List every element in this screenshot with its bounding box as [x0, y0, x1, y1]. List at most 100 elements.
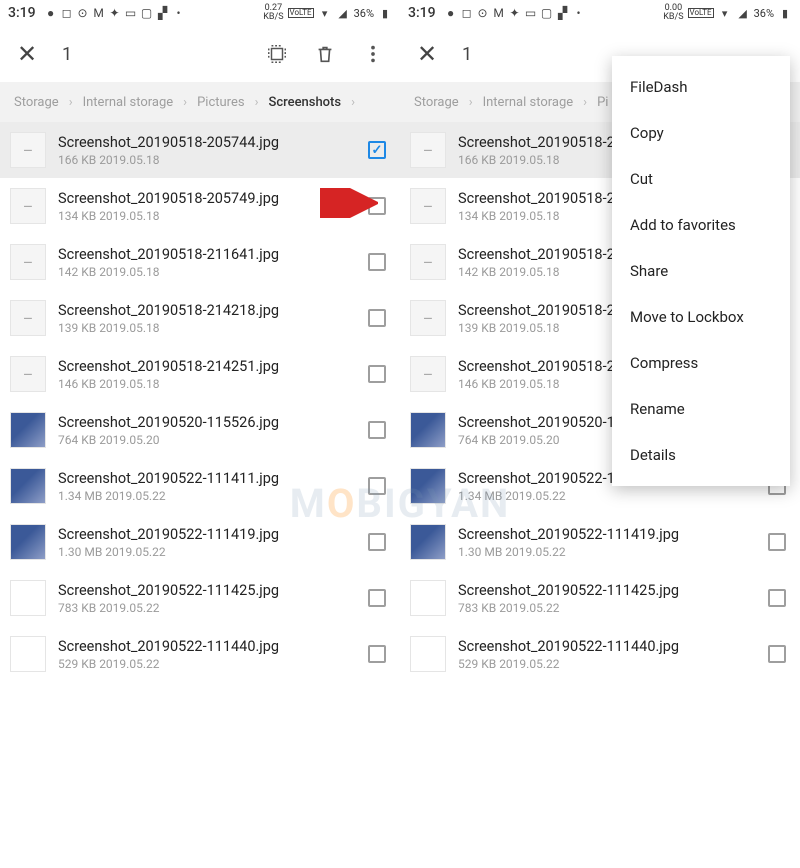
- crumb-pictures[interactable]: Pi: [597, 95, 608, 110]
- chevron-icon: ›: [69, 95, 73, 110]
- close-button[interactable]: ✕: [14, 41, 40, 67]
- menu-item-rename[interactable]: Rename: [612, 386, 790, 432]
- overflow-menu-button[interactable]: [360, 41, 386, 67]
- file-name: Screenshot_20190522-111419.jpg: [58, 526, 356, 543]
- file-name: Screenshot_20190518-205744.jpg: [58, 134, 356, 151]
- file-row[interactable]: Screenshot_20190522-111425.jpg783 KB 201…: [0, 570, 400, 626]
- status-time: 3:19: [8, 5, 36, 21]
- file-checkbox[interactable]: [368, 533, 386, 551]
- crumb-screenshots[interactable]: Screenshots: [268, 95, 341, 110]
- status-time: 3:19: [408, 5, 436, 21]
- file-checkbox[interactable]: [768, 533, 786, 551]
- menu-item-compress[interactable]: Compress: [612, 340, 790, 386]
- video-icon: ▭: [124, 6, 138, 20]
- file-checkbox[interactable]: [368, 365, 386, 383]
- crumb-storage[interactable]: Storage: [14, 95, 59, 110]
- file-checkbox[interactable]: [368, 309, 386, 327]
- file-row[interactable]: –Screenshot_20190518-214251.jpg146 KB 20…: [0, 346, 400, 402]
- crumb-pictures[interactable]: Pictures: [197, 95, 244, 110]
- file-meta: 166 KB 2019.05.18: [58, 153, 356, 167]
- image2-icon: ▞: [156, 6, 170, 20]
- signal-icon: ◢: [736, 6, 750, 20]
- file-checkbox[interactable]: [368, 477, 386, 495]
- file-thumbnail: [410, 524, 446, 560]
- file-checkbox[interactable]: [368, 141, 386, 159]
- chevron-icon: ›: [351, 95, 355, 110]
- file-checkbox[interactable]: [368, 645, 386, 663]
- file-checkbox[interactable]: [368, 253, 386, 271]
- menu-item-filedash[interactable]: FileDash: [612, 64, 790, 110]
- crumb-internal[interactable]: Internal storage: [483, 95, 574, 110]
- file-list-left[interactable]: – Screenshot_20190518-205744.jpg 166 KB 20…: [0, 122, 400, 868]
- delete-button[interactable]: [312, 41, 338, 67]
- file-meta: 783 KB 2019.05.22: [458, 601, 756, 615]
- network-speed: 0.00KB/S: [663, 4, 683, 22]
- selection-count: 1: [462, 44, 472, 65]
- spotify-icon: ●: [444, 6, 458, 20]
- file-row[interactable]: Screenshot_20190522-111411.jpg1.34 MB 20…: [0, 458, 400, 514]
- selection-count: 1: [62, 44, 72, 65]
- file-meta: 134 KB 2019.05.18: [58, 209, 356, 223]
- network-speed: 0.27KB/S: [263, 4, 283, 22]
- file-info: Screenshot_20190518-214251.jpg146 KB 201…: [58, 358, 356, 391]
- left-pane: 3:19 ● ◻ ⊙ M ✦ ▭ ▢ ▞ • 0.27KB/S VoLTE ▾ …: [0, 0, 400, 868]
- menu-item-details[interactable]: Details: [612, 432, 790, 478]
- file-checkbox[interactable]: [768, 589, 786, 607]
- wifi-icon: ▾: [318, 6, 332, 20]
- file-meta: 1.30 MB 2019.05.22: [458, 545, 756, 559]
- file-info: Screenshot_20190522-111419.jpg 1.30 MB 20…: [58, 526, 356, 559]
- file-meta: 139 KB 2019.05.18: [58, 321, 356, 335]
- menu-item-share[interactable]: Share: [612, 248, 790, 294]
- crumb-internal[interactable]: Internal storage: [83, 95, 174, 110]
- file-name: Screenshot_20190522-111440.jpg: [458, 638, 756, 655]
- file-meta: 529 KB 2019.05.22: [58, 657, 356, 671]
- spotify-icon: ●: [44, 6, 58, 20]
- file-info: Screenshot_20190522-111440.jpg529 KB 201…: [58, 638, 356, 671]
- menu-item-cut[interactable]: Cut: [612, 156, 790, 202]
- file-thumbnail: [10, 412, 46, 448]
- file-meta: 1.34 MB 2019.05.22: [458, 489, 756, 503]
- notif-icon: ✦: [108, 6, 122, 20]
- file-row[interactable]: –Screenshot_20190518-205744.jpg166 KB 20…: [0, 122, 400, 178]
- battery-percent: 36%: [754, 7, 774, 20]
- close-button[interactable]: ✕: [414, 41, 440, 67]
- menu-item-copy[interactable]: Copy: [612, 110, 790, 156]
- file-thumbnail: [410, 636, 446, 672]
- video-icon: ▭: [524, 6, 538, 20]
- more-icon: •: [172, 6, 186, 20]
- file-row[interactable]: Screenshot_20190522-111440.jpg529 KB 201…: [400, 626, 800, 682]
- file-row[interactable]: Screenshot_20190520-115526.jpg764 KB 201…: [0, 402, 400, 458]
- file-row[interactable]: Screenshot_20190522-111419.jpg 1.30 MB 20…: [0, 514, 400, 570]
- file-checkbox[interactable]: [368, 589, 386, 607]
- file-row[interactable]: –Screenshot_20190518-211641.jpg142 KB 20…: [0, 234, 400, 290]
- menu-item-add-to-favorites[interactable]: Add to favorites: [612, 202, 790, 248]
- file-checkbox[interactable]: [768, 645, 786, 663]
- file-thumbnail: –: [410, 356, 446, 392]
- chevron-icon: ›: [469, 95, 473, 110]
- file-checkbox[interactable]: [368, 421, 386, 439]
- file-meta: 142 KB 2019.05.18: [58, 265, 356, 279]
- file-info: Screenshot_20190518-205744.jpg 166 KB 201…: [58, 134, 356, 167]
- file-thumbnail: [10, 468, 46, 504]
- select-all-button[interactable]: [264, 41, 290, 67]
- volte-icon: VoLTE: [288, 8, 314, 18]
- menu-item-move-to-lockbox[interactable]: Move to Lockbox: [612, 294, 790, 340]
- file-info: Screenshot_20190522-111419.jpg1.30 MB 20…: [458, 526, 756, 559]
- file-row[interactable]: –Screenshot_20190518-214218.jpg139 KB 20…: [0, 290, 400, 346]
- file-name: Screenshot_20190518-214251.jpg: [58, 358, 356, 375]
- gmail-icon: M: [492, 6, 506, 20]
- file-info: Screenshot_20190522-111440.jpg529 KB 201…: [458, 638, 756, 671]
- file-row[interactable]: Screenshot_20190522-111440.jpg529 KB 201…: [0, 626, 400, 682]
- crumb-storage[interactable]: Storage: [414, 95, 459, 110]
- file-row[interactable]: Screenshot_20190522-111419.jpg1.30 MB 20…: [400, 514, 800, 570]
- chevron-icon: ›: [255, 95, 259, 110]
- file-meta: 1.30 MB 2019.05.22: [58, 545, 356, 559]
- file-name: Screenshot_20190522-111411.jpg: [58, 470, 356, 487]
- file-thumbnail: –: [10, 244, 46, 280]
- file-thumbnail: [410, 412, 446, 448]
- file-name: Screenshot_20190518-205749.jpg: [58, 190, 356, 207]
- file-thumbnail: –: [10, 356, 46, 392]
- file-row[interactable]: Screenshot_20190522-111425.jpg783 KB 201…: [400, 570, 800, 626]
- file-thumbnail: –: [410, 188, 446, 224]
- battery-icon: ▮: [378, 6, 392, 20]
